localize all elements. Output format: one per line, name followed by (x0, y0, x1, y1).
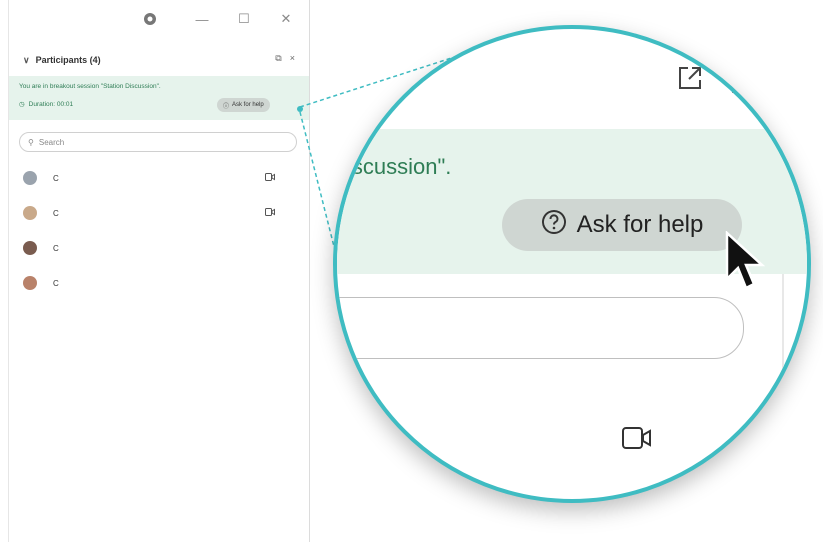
ask-for-help-button[interactable]: Ask for help (502, 199, 742, 251)
mouse-cursor-icon (725, 230, 769, 298)
search-input-zoomed[interactable] (337, 297, 744, 359)
magnifier-callout: / iscussion". Ask for help (333, 25, 811, 503)
ask-for-help-label: Ask for help (576, 211, 704, 238)
close-icon[interactable]: / (732, 69, 739, 100)
breakout-session-text-zoomed: iscussion". (347, 154, 452, 179)
video-camera-icon (622, 427, 652, 454)
help-icon (541, 209, 567, 242)
popout-icon[interactable] (677, 65, 703, 96)
